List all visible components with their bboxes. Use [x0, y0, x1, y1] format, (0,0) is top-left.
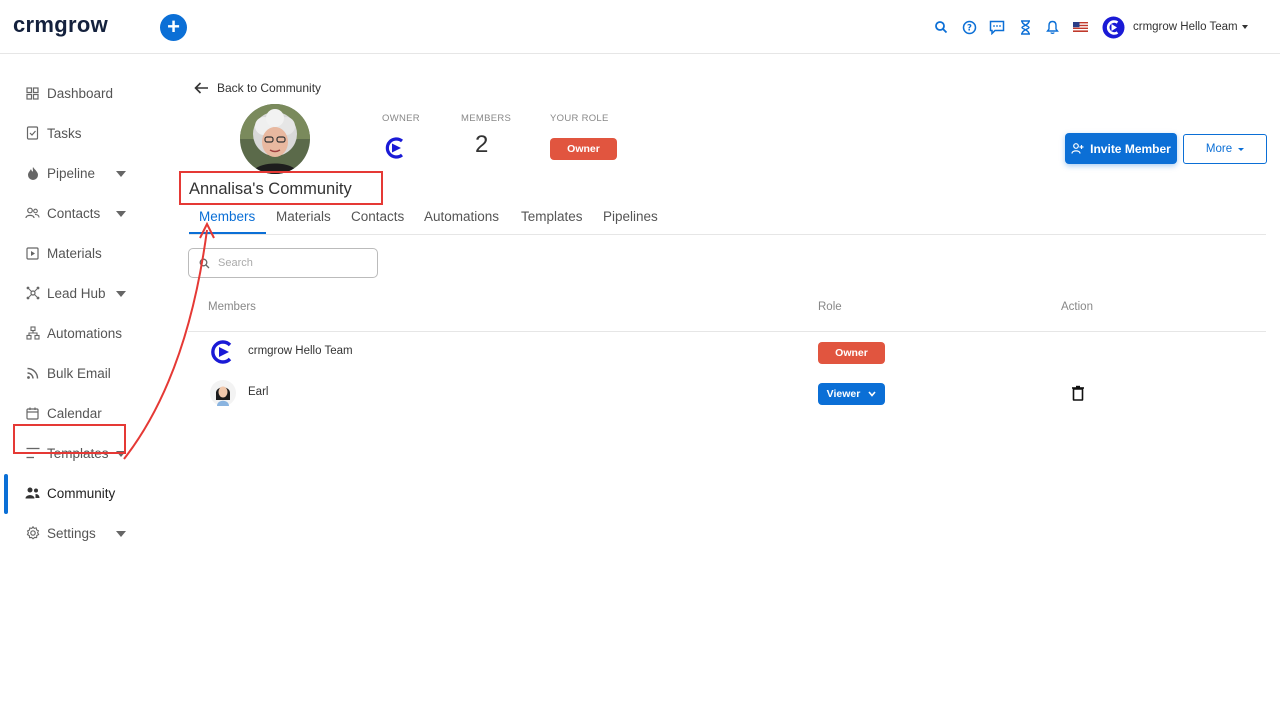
add-user-icon	[1071, 143, 1084, 154]
sidebar-item-label: Pipeline	[47, 165, 96, 181]
sidebar-item-dashboard[interactable]: Dashboard	[25, 82, 113, 104]
member-name: Earl	[248, 386, 269, 398]
calendar-icon	[25, 406, 40, 421]
settings-chevron-down-icon[interactable]	[116, 531, 126, 537]
back-label: Back to Community	[217, 81, 322, 95]
sidebar-item-tasks[interactable]: Tasks	[25, 122, 82, 144]
tab-pipelines[interactable]: Pipelines	[603, 209, 658, 233]
sidebar-item-label: Automations	[47, 325, 123, 341]
invite-member-button[interactable]: Invite Member	[1065, 133, 1177, 164]
member-role-badge: Owner	[818, 342, 885, 364]
search-input[interactable]	[218, 257, 368, 269]
pipeline-chevron-down-icon[interactable]	[116, 171, 126, 177]
lead-hub-chevron-down-icon[interactable]	[116, 291, 126, 297]
tab-contacts[interactable]: Contacts	[351, 209, 404, 233]
sidebar-item-label: Contacts	[47, 205, 101, 221]
quick-add-button[interactable]: +	[160, 14, 187, 41]
chevron-down-icon	[868, 391, 876, 397]
owner-logo-icon	[385, 137, 404, 159]
member-role-dropdown[interactable]: Viewer	[818, 383, 885, 405]
help-icon[interactable]: ?	[959, 17, 979, 37]
invite-member-label: Invite Member	[1090, 141, 1171, 156]
community-highlight-box	[13, 424, 126, 454]
more-dropdown-button[interactable]: More	[1183, 134, 1267, 164]
sidebar-item-label: Tasks	[47, 125, 82, 141]
chat-icon[interactable]	[987, 17, 1007, 37]
sidebar-item-bulk-email[interactable]: Bulk Email	[25, 362, 111, 384]
member-name: crmgrow Hello Team	[248, 345, 353, 357]
owner-label: OWNER	[382, 113, 420, 124]
search-field[interactable]	[188, 248, 378, 278]
tab-materials[interactable]: Materials	[276, 209, 331, 233]
members-label: MEMBERS	[461, 113, 512, 124]
app-logo[interactable]: crmgrow	[13, 12, 108, 38]
pipeline-icon	[25, 166, 40, 181]
contacts-chevron-down-icon[interactable]	[116, 211, 126, 217]
sidebar-item-label: Bulk Email	[47, 365, 111, 381]
tasks-icon	[25, 126, 40, 141]
active-tab-underline	[189, 232, 266, 234]
search-icon	[199, 258, 210, 268]
sidebar-item-materials[interactable]: Materials	[25, 242, 102, 264]
delete-icon[interactable]	[1071, 385, 1085, 401]
more-label: More	[1205, 143, 1233, 155]
settings-icon	[25, 526, 40, 541]
action-column-header: Action	[1061, 301, 1093, 313]
search-icon[interactable]	[931, 17, 951, 37]
materials-icon	[25, 246, 40, 261]
dashboard-icon	[25, 86, 40, 101]
user-avatar-logo	[1102, 16, 1125, 38]
tab-templates[interactable]: Templates	[521, 209, 583, 233]
top-bar: crmgrow + ? crmgrow Hello Team	[0, 0, 1280, 54]
us-flag-icon[interactable]	[1070, 17, 1090, 37]
sidebar-item-label: Dashboard	[47, 85, 114, 101]
title-highlight-box	[179, 171, 383, 205]
sidebar-item-label: Settings	[47, 525, 96, 541]
sidebar-item-label: Calendar	[47, 405, 102, 421]
tab-automations[interactable]: Automations	[424, 209, 499, 233]
arrow-left-icon	[194, 82, 208, 94]
members-count: 2	[475, 131, 489, 158]
community-avatar	[240, 104, 310, 174]
member-role-value: Viewer	[826, 388, 861, 400]
chevron-down-icon	[1238, 147, 1245, 151]
sidebar-item-lead-hub[interactable]: Lead Hub	[25, 282, 106, 304]
community-tabs: Members Materials Contacts Automations T…	[189, 207, 1266, 235]
sidebar-item-label: Materials	[47, 245, 102, 261]
hourglass-icon[interactable]	[1015, 17, 1035, 37]
member-avatar	[210, 380, 236, 406]
sidebar-item-pipeline[interactable]: Pipeline	[25, 162, 95, 184]
sidebar-item-calendar[interactable]: Calendar	[25, 402, 102, 424]
bell-icon[interactable]	[1042, 17, 1062, 37]
your-role-label: YOUR ROLE	[550, 113, 609, 124]
sidebar-item-label: Community	[47, 485, 116, 501]
table-row: Earl Viewer	[188, 373, 1266, 413]
chevron-down-icon	[1241, 25, 1248, 29]
back-to-community-link[interactable]: Back to Community	[194, 79, 321, 97]
user-menu[interactable]: crmgrow Hello Team	[1102, 15, 1248, 39]
lead-hub-icon	[25, 286, 40, 301]
svg-text:?: ?	[967, 23, 972, 33]
sidebar-item-community[interactable]: Community	[25, 482, 115, 504]
tab-members[interactable]: Members	[199, 209, 255, 233]
sidebar-item-contacts[interactable]: Contacts	[25, 202, 100, 224]
sidebar-item-automations[interactable]: Automations	[25, 322, 122, 344]
bulk-email-icon	[25, 366, 40, 381]
sidebar-item-label: Lead Hub	[47, 285, 106, 301]
active-indicator	[4, 474, 8, 514]
contacts-icon	[25, 206, 40, 221]
sidebar-item-settings[interactable]: Settings	[25, 522, 96, 544]
members-column-header: Members	[208, 301, 256, 313]
member-avatar	[211, 340, 232, 364]
community-icon	[25, 486, 40, 501]
your-role-badge: Owner	[550, 138, 617, 160]
role-column-header: Role	[818, 301, 842, 313]
automations-icon	[25, 326, 40, 341]
user-name: crmgrow Hello Team	[1133, 21, 1238, 33]
table-row: crmgrow Hello Team Owner	[188, 332, 1266, 372]
